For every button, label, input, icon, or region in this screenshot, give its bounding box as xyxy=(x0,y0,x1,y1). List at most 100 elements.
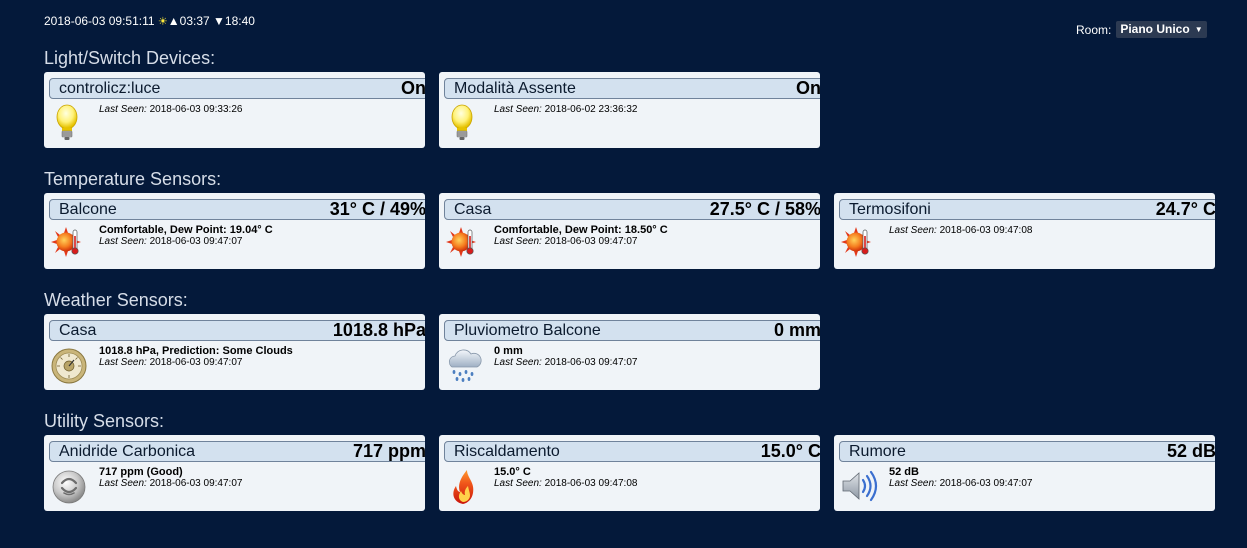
last-seen-label: Last Seen: xyxy=(99,357,147,368)
device-card[interactable]: Anidride Carbonica 717 ppm 717 ppm (Good) L… xyxy=(44,435,425,511)
thermometer-sun-icon[interactable] xyxy=(50,224,88,264)
section-title: Weather Sensors: xyxy=(44,290,188,310)
sunrise-marker: ▲ xyxy=(167,14,180,28)
last-seen-value: 2018-06-03 09:33:26 xyxy=(149,104,243,115)
device-value: 1018.8 hPa xyxy=(332,320,425,340)
last-seen-value: 2018-06-03 09:47:07 xyxy=(149,478,243,489)
last-seen-value: 2018-06-03 09:47:07 xyxy=(149,236,243,247)
device-info: 717 ppm (Good) Last Seen: 2018-06-03 09:4… xyxy=(99,466,242,490)
device-info: 15.0° C Last Seen: 2018-06-03 09:47:08 xyxy=(494,466,637,490)
last-seen: Last Seen: 2018-06-03 09:47:08 xyxy=(494,478,637,489)
device-header-bar: Casa 27.5° C / 58% xyxy=(444,199,820,220)
chevron-down-icon: ▼ xyxy=(1194,24,1203,34)
room-label: Room: xyxy=(1076,22,1112,37)
barometer-icon[interactable] xyxy=(50,345,88,385)
device-info: Last Seen: 2018-06-03 09:47:08 xyxy=(889,225,1032,236)
last-seen-value: 2018-06-03 09:47:08 xyxy=(939,225,1033,236)
device-name: Modalità Assente xyxy=(454,79,576,97)
section-title: Utility Sensors: xyxy=(44,411,165,431)
room-select[interactable]: Piano Unico ▼ xyxy=(1116,21,1207,38)
header-datetime-line: 2018-06-03 09:51:11 ☀▲03:37 ▼18:40 xyxy=(44,14,255,28)
device-card[interactable]: Riscaldamento 15.0° C 15.0° C Last Seen: 20… xyxy=(439,435,820,511)
last-seen-value: 2018-06-03 09:47:07 xyxy=(544,236,638,247)
air-quality-icon[interactable] xyxy=(50,466,88,506)
last-seen-value: 2018-06-03 09:47:07 xyxy=(149,357,243,368)
last-seen: Last Seen: 2018-06-02 23:36:32 xyxy=(494,104,637,115)
sunset-time: 18:40 xyxy=(224,14,255,28)
device-name: Anidride Carbonica xyxy=(59,442,196,460)
device-info: 0 mm Last Seen: 2018-06-03 09:47:07 xyxy=(494,345,637,369)
device-card[interactable]: Balcone 31° C / 49% Comfortable, Dew Point… xyxy=(44,193,425,269)
device-name: controlicz:luce xyxy=(59,79,161,97)
device-card[interactable]: Casa 1018.8 hPa 1018.8 hPa, Prediction: So… xyxy=(44,314,425,390)
thermometer-sun-icon[interactable] xyxy=(840,224,878,264)
last-seen-label: Last Seen: xyxy=(889,225,937,236)
device-value: 15.0° C xyxy=(760,441,820,461)
device-info: 52 dB Last Seen: 2018-06-03 09:47:07 xyxy=(889,466,1032,490)
device-value: 24.7° C xyxy=(1155,199,1215,219)
device-info: Last Seen: 2018-06-03 09:33:26 xyxy=(99,104,242,115)
last-seen-label: Last Seen: xyxy=(494,236,542,247)
last-seen-value: 2018-06-03 09:47:07 xyxy=(939,478,1033,489)
device-card[interactable]: Termosifoni 24.7° C Last Seen: 2018-06-03 … xyxy=(834,193,1215,269)
device-header-bar: controlicz:luce On xyxy=(49,78,425,99)
device-card[interactable]: Casa 27.5° C / 58% Comfortable, Dew Point:… xyxy=(439,193,820,269)
last-seen-label: Last Seen: xyxy=(99,104,147,115)
device-detail: 1018.8 hPa, Prediction: Some Clouds xyxy=(99,345,293,357)
last-seen-label: Last Seen: xyxy=(99,236,147,247)
device-name: Casa xyxy=(454,200,492,218)
current-datetime: 2018-06-03 09:51:11 xyxy=(44,14,155,28)
thermometer-sun-icon[interactable] xyxy=(445,224,483,264)
last-seen: Last Seen: 2018-06-03 09:47:07 xyxy=(99,478,242,489)
device-info: 1018.8 hPa, Prediction: Some Clouds Last … xyxy=(99,345,293,369)
device-detail: 52 dB xyxy=(889,466,919,478)
device-card[interactable]: controlicz:luce On Last Seen: 2018-06-03 0… xyxy=(44,72,425,148)
room-filter: Room: Piano Unico ▼ xyxy=(1076,21,1207,38)
device-header-bar: Riscaldamento 15.0° C xyxy=(444,441,820,462)
speaker-icon[interactable] xyxy=(840,466,878,506)
device-value: 0 mm xyxy=(773,320,820,340)
device-value: 31° C / 49% xyxy=(329,199,425,219)
device-header-bar: Termosifoni 24.7° C xyxy=(839,199,1215,220)
device-detail: 717 ppm (Good) xyxy=(99,466,183,478)
flame-icon[interactable] xyxy=(445,466,483,506)
device-name: Termosifoni xyxy=(849,200,931,218)
device-info: Comfortable, Dew Point: 18.50° C Last See… xyxy=(494,224,668,248)
device-name: Balcone xyxy=(59,200,117,218)
device-detail: Comfortable, Dew Point: 19.04° C xyxy=(99,224,273,236)
sunset-marker: ▼ xyxy=(213,14,225,28)
last-seen-label: Last Seen: xyxy=(99,478,147,489)
last-seen-value: 2018-06-02 23:36:32 xyxy=(544,104,638,115)
device-header-bar: Casa 1018.8 hPa xyxy=(49,320,425,341)
lightbulb-icon[interactable] xyxy=(50,103,88,143)
last-seen: Last Seen: 2018-06-03 09:47:08 xyxy=(889,225,1032,236)
device-detail: 0 mm xyxy=(494,345,523,357)
device-header-bar: Modalità Assente On xyxy=(444,78,820,99)
room-select-value: Piano Unico xyxy=(1120,22,1190,36)
last-seen-label: Last Seen: xyxy=(889,478,937,489)
last-seen: Last Seen: 2018-06-03 09:47:07 xyxy=(494,236,668,247)
device-header-bar: Anidride Carbonica 717 ppm xyxy=(49,441,425,462)
device-detail: 15.0° C xyxy=(494,466,531,478)
last-seen: Last Seen: 2018-06-03 09:47:07 xyxy=(889,478,1032,489)
lightbulb-icon[interactable] xyxy=(445,103,483,143)
device-name: Casa xyxy=(59,321,97,339)
sun-icon: ☀ xyxy=(157,16,168,28)
last-seen: Last Seen: 2018-06-03 09:47:07 xyxy=(99,357,293,368)
device-value: 717 ppm xyxy=(352,441,425,461)
device-info: Last Seen: 2018-06-02 23:36:32 xyxy=(494,104,637,115)
last-seen-label: Last Seen: xyxy=(494,478,542,489)
device-name: Pluviometro Balcone xyxy=(454,321,601,339)
last-seen: Last Seen: 2018-06-03 09:33:26 xyxy=(99,104,242,115)
device-header-bar: Rumore 52 dB xyxy=(839,441,1215,462)
device-detail: Comfortable, Dew Point: 18.50° C xyxy=(494,224,668,236)
last-seen: Last Seen: 2018-06-03 09:47:07 xyxy=(99,236,273,247)
device-card[interactable]: Modalità Assente On Last Seen: 2018-06-02 … xyxy=(439,72,820,148)
sunrise-time: 03:37 xyxy=(179,14,210,28)
device-value: On xyxy=(796,78,820,98)
rain-cloud-icon[interactable] xyxy=(445,345,483,385)
last-seen-value: 2018-06-03 09:47:08 xyxy=(544,478,638,489)
device-card[interactable]: Pluviometro Balcone 0 mm 0 mm Last Seen: 20… xyxy=(439,314,820,390)
device-header-bar: Pluviometro Balcone 0 mm xyxy=(444,320,820,341)
device-card[interactable]: Rumore 52 dB 52 dB Last Seen: 2018-06-03 09… xyxy=(834,435,1215,511)
